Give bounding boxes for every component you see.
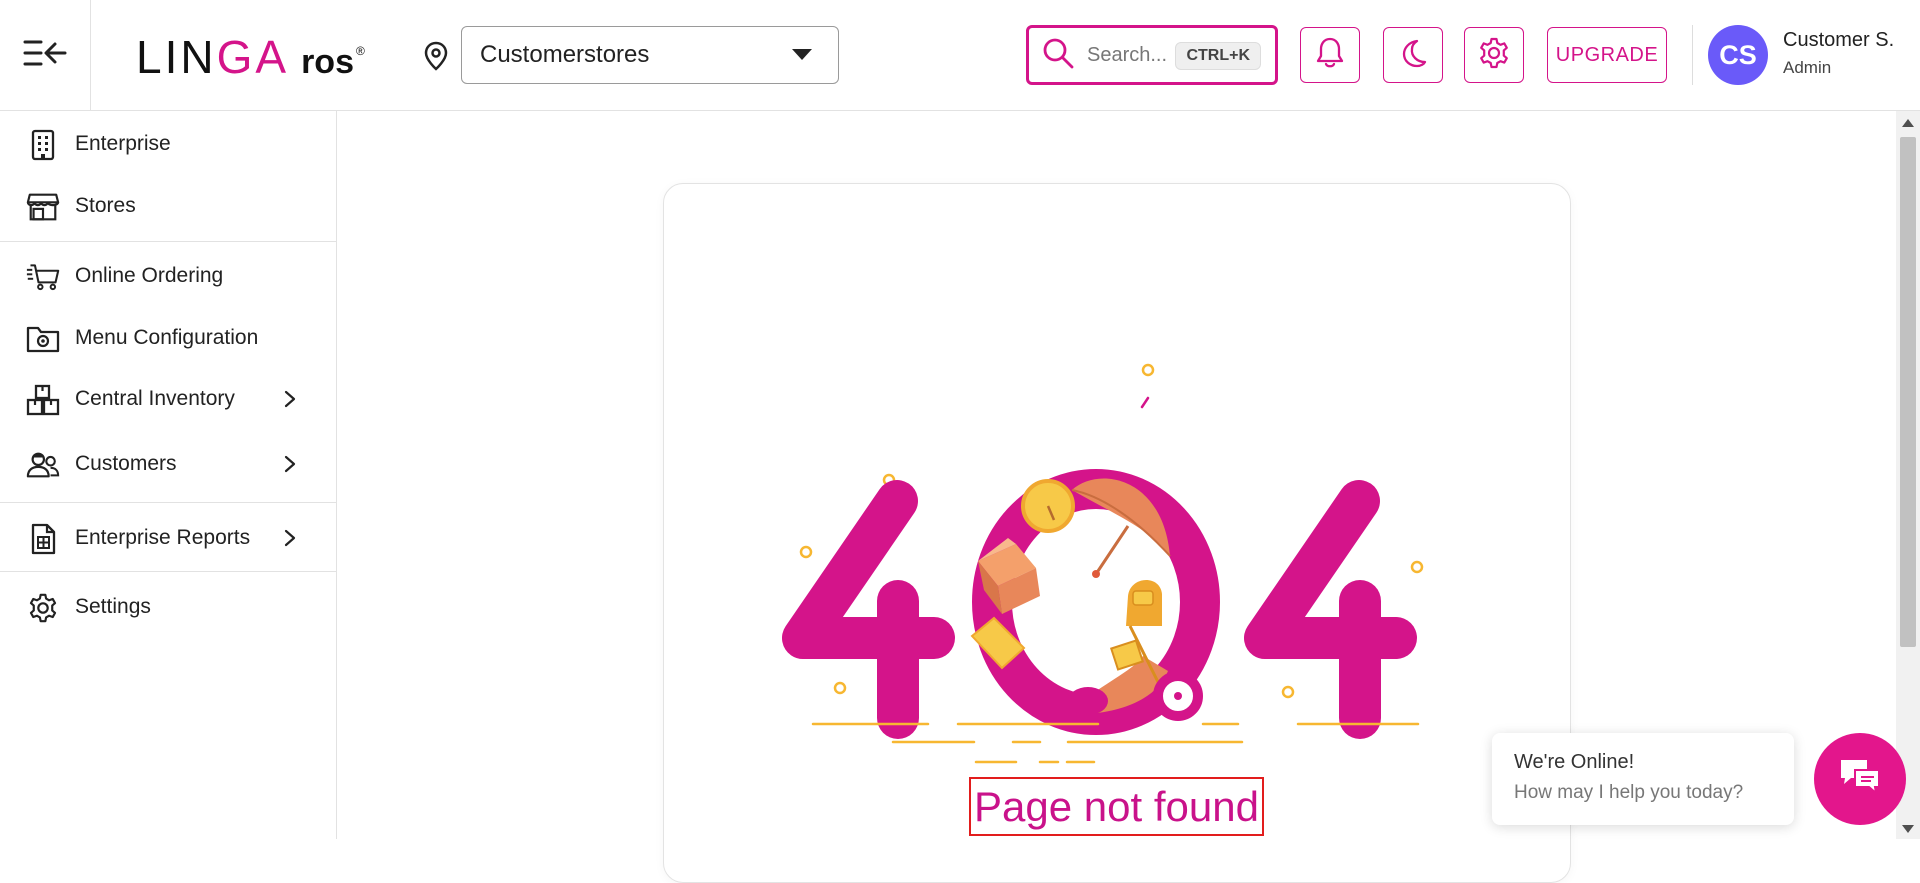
chat-subtitle: How may I help you today? xyxy=(1514,782,1744,803)
collapse-menu-icon xyxy=(23,38,67,73)
store-selector-value: Customerstores xyxy=(480,41,650,68)
search-placeholder: Search... xyxy=(1087,43,1168,66)
store-selector-dropdown[interactable]: Customerstores xyxy=(461,26,839,84)
sidebar-divider xyxy=(0,571,336,572)
sidebar-item-settings[interactable]: Settings xyxy=(0,579,336,635)
sidebar-item-enterprise[interactable]: Enterprise xyxy=(0,116,336,172)
page-scrollbar[interactable] xyxy=(1896,111,1920,839)
global-search-input[interactable]: Search... CTRL+K xyxy=(1026,25,1278,85)
gear-icon xyxy=(26,591,60,625)
folder-gear-icon xyxy=(26,322,60,356)
chevron-right-icon xyxy=(283,454,297,479)
sidebar-item-central-inventory[interactable]: Central Inventory xyxy=(0,371,336,427)
customers-icon xyxy=(26,448,60,482)
collapse-sidebar-button[interactable] xyxy=(0,0,91,111)
chevron-right-icon xyxy=(283,528,297,553)
linga-logo[interactable]: LINGA ros ® xyxy=(136,30,365,83)
scrollbar-thumb[interactable] xyxy=(1900,137,1916,647)
sidebar-item-label: Enterprise Reports xyxy=(75,526,251,549)
caret-down-icon xyxy=(792,49,812,60)
chat-greeting-bubble[interactable]: We're Online! How may I help you today? xyxy=(1492,733,1794,825)
boxes-icon xyxy=(26,383,60,417)
location-pin-icon xyxy=(421,40,451,77)
sidebar-divider xyxy=(0,502,336,503)
settings-button[interactable] xyxy=(1464,27,1524,83)
sidebar-item-label: Customers xyxy=(75,452,177,475)
sidebar-item-menu-configuration[interactable]: Menu Configuration xyxy=(0,310,336,366)
user-avatar[interactable]: CS xyxy=(1708,25,1768,85)
store-icon xyxy=(26,190,60,224)
error-404-illustration xyxy=(758,326,1458,791)
upgrade-button[interactable]: UPGRADE xyxy=(1547,27,1667,83)
logo-registered-mark: ® xyxy=(355,44,365,58)
page-not-found-heading: Page not found xyxy=(969,777,1264,836)
search-shortcut-badge: CTRL+K xyxy=(1175,42,1261,70)
sidebar-nav: Enterprise Stores Online Ordering Menu C… xyxy=(0,111,337,839)
logo-suffix: ros xyxy=(301,43,354,81)
chat-title: We're Online! xyxy=(1514,751,1635,773)
header-divider xyxy=(1692,25,1693,85)
moon-icon xyxy=(1398,37,1428,74)
bell-icon xyxy=(1314,36,1346,75)
report-icon xyxy=(26,522,60,556)
cart-icon xyxy=(26,260,60,294)
sidebar-item-stores[interactable]: Stores xyxy=(0,178,336,234)
sidebar-divider xyxy=(0,241,336,242)
sidebar-item-label: Menu Configuration xyxy=(75,326,259,349)
user-name[interactable]: Customer S. xyxy=(1783,29,1894,52)
sidebar-item-label: Online Ordering xyxy=(75,264,224,287)
sidebar-item-label: Central Inventory xyxy=(75,387,235,410)
top-header: LINGA ros ® Customerstores Search... CTR… xyxy=(0,0,1920,111)
sidebar-item-label: Settings xyxy=(75,595,151,618)
sidebar-item-label: Stores xyxy=(75,194,136,217)
search-icon xyxy=(1041,36,1075,75)
sidebar-item-online-ordering[interactable]: Online Ordering xyxy=(0,248,336,304)
dark-mode-toggle[interactable] xyxy=(1383,27,1443,83)
logo-text: LINGA xyxy=(136,31,290,83)
scroll-up-arrow-icon[interactable] xyxy=(1902,119,1914,127)
sidebar-item-label: Enterprise xyxy=(75,132,171,155)
open-chat-button[interactable] xyxy=(1814,733,1906,825)
gear-icon xyxy=(1477,36,1511,75)
page-not-found-text: Page not found xyxy=(974,782,1259,830)
chat-icon xyxy=(1837,756,1883,803)
user-role: Admin xyxy=(1783,58,1832,77)
sidebar-item-customers[interactable]: Customers xyxy=(0,436,336,492)
main-content: Page not found xyxy=(338,111,1896,883)
scroll-down-arrow-icon[interactable] xyxy=(1902,825,1914,833)
notifications-button[interactable] xyxy=(1300,27,1360,83)
chevron-right-icon xyxy=(283,389,297,414)
building-icon xyxy=(26,128,60,162)
sidebar-item-enterprise-reports[interactable]: Enterprise Reports xyxy=(0,510,336,566)
